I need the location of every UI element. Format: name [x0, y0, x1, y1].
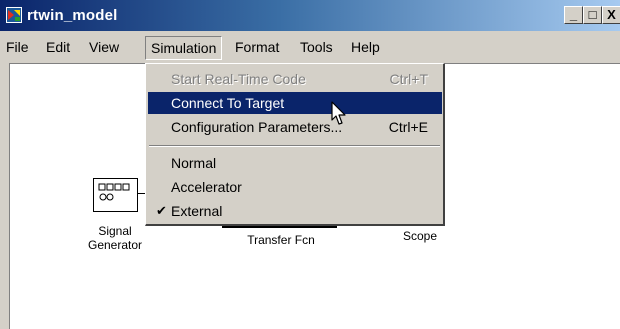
signal-generator-label-line-1: Signal — [98, 224, 132, 238]
checkmark-icon: ✔ — [156, 203, 167, 218]
menu-item-label: External — [171, 203, 223, 219]
menu-separator — [149, 145, 440, 147]
menu-item-shortcut: Ctrl+E — [388, 119, 428, 135]
menu-item-external[interactable]: ✔ External — [148, 200, 442, 222]
menu-view[interactable]: View — [89, 39, 119, 55]
transfer-fcn-block-edge[interactable] — [222, 226, 337, 228]
window-title: rtwin_model — [27, 7, 118, 24]
menu-item-configuration-parameters[interactable]: Configuration Parameters... Ctrl+E — [148, 116, 442, 138]
simulink-app-icon[interactable] — [6, 7, 22, 23]
menu-item-label: Start Real-Time Code — [171, 71, 306, 87]
scope-label: Scope — [402, 229, 438, 243]
signal-generator-block[interactable] — [93, 178, 138, 212]
menu-item-label: Normal — [171, 155, 217, 171]
menu-item-label: Accelerator — [171, 179, 242, 195]
menu-bar: File Edit View Simulation Format Tools H… — [0, 31, 620, 63]
menu-edit[interactable]: Edit — [46, 39, 70, 55]
menu-item-connect-to-target[interactable]: Connect To Target — [148, 92, 442, 114]
menu-item-label: Connect To Target — [171, 95, 285, 111]
mouse-pointer-icon — [331, 101, 346, 125]
menu-item-label: Configuration Parameters... — [171, 119, 343, 135]
menu-item-shortcut: Ctrl+T — [389, 71, 429, 87]
menu-simulation[interactable]: Simulation — [145, 36, 223, 60]
menu-help[interactable]: Help — [351, 39, 380, 55]
menu-format[interactable]: Format — [235, 39, 279, 55]
menu-item-accelerator[interactable]: Accelerator — [148, 176, 442, 198]
title-bar[interactable]: rtwin_model _ □ X — [0, 0, 620, 31]
simulation-menu-dropdown: Start Real-Time Code Ctrl+T Connect To T… — [145, 63, 445, 226]
transfer-fcn-label: Transfer Fcn — [247, 233, 315, 247]
close-button[interactable]: X — [602, 6, 620, 24]
simulink-window: rtwin_model _ □ X File Edit View Simulat… — [0, 0, 620, 329]
menu-item-normal[interactable]: Normal — [148, 152, 442, 174]
signal-generator-label-line-2: Generator — [87, 238, 143, 252]
menu-tools[interactable]: Tools — [300, 39, 333, 55]
signal-generator-label: Signal Generator — [80, 224, 150, 252]
menu-file[interactable]: File — [6, 39, 29, 55]
minimize-button[interactable]: _ — [564, 6, 583, 24]
menu-item-start-real-time-code[interactable]: Start Real-Time Code Ctrl+T — [148, 68, 442, 90]
signal-generator-icon — [98, 183, 130, 201]
maximize-button[interactable]: □ — [583, 6, 602, 24]
